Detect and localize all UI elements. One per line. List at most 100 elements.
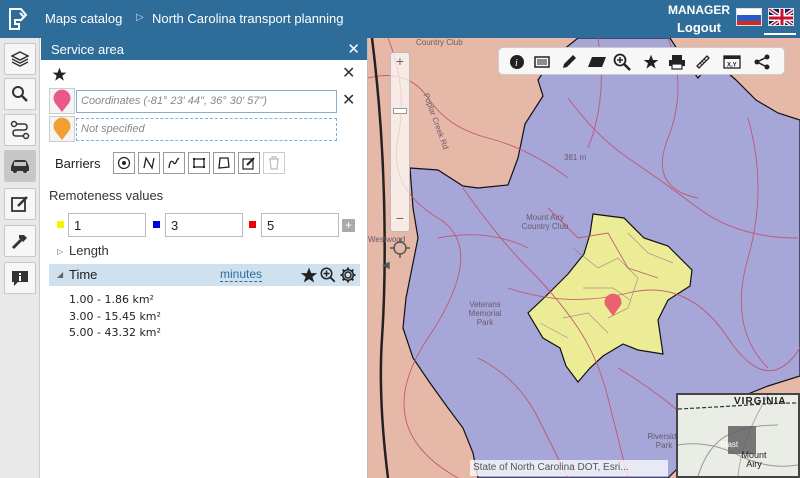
breadcrumb-arrow-icon: ▷ <box>136 12 144 23</box>
left-toolbar <box>0 38 40 478</box>
zoom-tool-button[interactable] <box>612 52 632 72</box>
uk-flag-icon[interactable] <box>768 8 794 26</box>
map-label-country-club: Country Club <box>416 38 463 47</box>
remoteness-values-label: Remoteness values <box>49 188 164 203</box>
pink-pin-icon <box>53 89 71 112</box>
minimap-label-toast: Toast <box>719 440 739 449</box>
map-toolbar: i X,Y <box>498 47 785 75</box>
collapse-panel-arrow-icon[interactable]: ◀ <box>382 260 390 271</box>
map-label-veterans-park: Veterans Memorial Park <box>468 300 502 327</box>
logout-link[interactable]: Logout <box>677 20 721 35</box>
polygon-barrier-button[interactable] <box>213 152 235 174</box>
search-tool-button[interactable] <box>4 78 36 110</box>
map-label-mount-airy-cc: Mount Airy Country Club <box>521 213 569 231</box>
edit-barrier-icon <box>242 157 255 170</box>
settings-gear-icon[interactable] <box>339 266 357 284</box>
zoom-to-result-icon[interactable] <box>319 266 337 284</box>
info-button[interactable]: i <box>507 52 527 72</box>
remoteness-value-2[interactable]: 3 <box>165 213 243 237</box>
map-attribution: State of North Carolina DOT, Esri... <box>470 460 668 476</box>
bookmark-button[interactable] <box>641 52 661 72</box>
coordinates-button[interactable]: X,Y <box>722 52 742 72</box>
start-point-marker-box[interactable] <box>49 88 75 114</box>
tools-button[interactable] <box>4 225 36 257</box>
rectangle-icon <box>193 158 205 168</box>
eraser-button[interactable] <box>587 52 607 72</box>
calculator-button[interactable] <box>532 52 552 72</box>
panel-header: Service area ✕ <box>41 38 367 60</box>
svg-text:X,Y: X,Y <box>727 63 737 69</box>
remoteness-color-blue <box>153 221 160 228</box>
zoom-in-button[interactable]: + <box>391 53 409 71</box>
add-remoteness-value-button[interactable]: + <box>342 219 355 232</box>
printer-icon <box>669 55 685 70</box>
orange-pin-icon <box>53 117 71 140</box>
svg-text:i: i <box>515 58 518 69</box>
xy-coordinates-icon: X,Y <box>723 55 741 69</box>
end-point-marker-box[interactable] <box>49 116 75 142</box>
line-barrier-button[interactable] <box>138 152 160 174</box>
delete-barrier-button[interactable] <box>263 152 285 174</box>
layers-tool-button[interactable] <box>4 43 36 75</box>
car-icon <box>11 160 29 173</box>
panel-close-icon[interactable]: ✕ <box>347 40 360 58</box>
measure-button[interactable] <box>693 52 713 72</box>
edit-tool-button[interactable] <box>4 188 36 220</box>
rectangle-barrier-button[interactable] <box>188 152 210 174</box>
route-icon <box>10 120 30 140</box>
locate-crosshair-icon[interactable] <box>389 237 411 259</box>
freehand-barrier-button[interactable] <box>163 152 185 174</box>
time-unit-select[interactable]: minutes <box>220 268 263 282</box>
service-area-tool-button[interactable] <box>4 150 36 182</box>
map-view[interactable]: Country Club Mount Airy Country Club Vet… <box>368 38 800 478</box>
zoom-slider[interactable] <box>390 52 410 232</box>
info-tool-button[interactable] <box>4 262 36 294</box>
pencil-icon <box>563 55 576 68</box>
zoom-slider-handle[interactable] <box>393 108 407 114</box>
map-title: North Carolina transport planning <box>152 11 344 26</box>
zoom-out-button[interactable]: − <box>391 210 409 228</box>
info-icon <box>12 271 28 286</box>
service-area-panel: Service area ✕ ✕ Coordinates (-81° 23' 4… <box>41 38 368 478</box>
remoteness-value-3[interactable]: 5 <box>261 213 339 237</box>
end-point-input[interactable]: Not specified <box>76 118 337 141</box>
maps-catalog-link[interactable]: Maps catalog <box>45 11 122 26</box>
route-tool-button[interactable] <box>4 114 36 146</box>
share-button[interactable] <box>752 52 772 72</box>
remoteness-color-yellow <box>57 221 64 228</box>
expand-arrow-icon[interactable]: ▷ <box>57 247 63 256</box>
polyline-icon <box>143 156 155 170</box>
russian-flag-icon[interactable] <box>736 8 762 26</box>
result-row-2: 3.00 - 15.45 km² <box>69 310 161 323</box>
remoteness-value-1[interactable]: 1 <box>68 213 146 237</box>
zoom-in-icon <box>613 53 631 71</box>
share-icon <box>754 54 770 70</box>
length-section-label[interactable]: Length <box>69 243 109 258</box>
result-row-3: 5.00 - 43.32 km² <box>69 326 161 339</box>
collapse-arrow-icon[interactable]: ◢ <box>57 270 63 279</box>
print-button[interactable] <box>667 52 687 72</box>
point-barrier-button[interactable] <box>113 152 135 174</box>
calculator-icon <box>534 56 550 68</box>
edit-barrier-button[interactable] <box>238 152 260 174</box>
layers-icon <box>11 51 29 67</box>
time-section-label: Time <box>69 267 98 282</box>
save-favorite-star-icon[interactable] <box>300 266 318 284</box>
info-circle-icon: i <box>510 55 524 69</box>
freehand-line-icon <box>168 157 180 169</box>
clear-all-icon[interactable]: ✕ <box>342 63 355 83</box>
clear-start-point-icon[interactable]: ✕ <box>342 90 355 110</box>
top-header: Maps catalog ▷ North Carolina transport … <box>0 0 800 38</box>
favorite-star-icon[interactable] <box>52 67 67 82</box>
map-label-elevation: 381 m <box>564 153 587 162</box>
overview-minimap[interactable]: VIRGINIA Toast Mount Airy <box>676 393 800 478</box>
polygon-icon <box>218 157 230 169</box>
time-section-row[interactable]: ◢ Time minutes <box>49 264 360 286</box>
start-point-input[interactable]: Coordinates (-81° 23' 44", 36° 30' 57") <box>76 90 337 113</box>
barriers-label: Barriers <box>55 156 101 171</box>
user-name: MANAGER <box>668 3 730 17</box>
draw-button[interactable] <box>559 52 579 72</box>
app-logo-icon[interactable] <box>6 7 30 31</box>
hammer-icon <box>11 235 27 250</box>
active-language-indicator <box>764 33 796 35</box>
